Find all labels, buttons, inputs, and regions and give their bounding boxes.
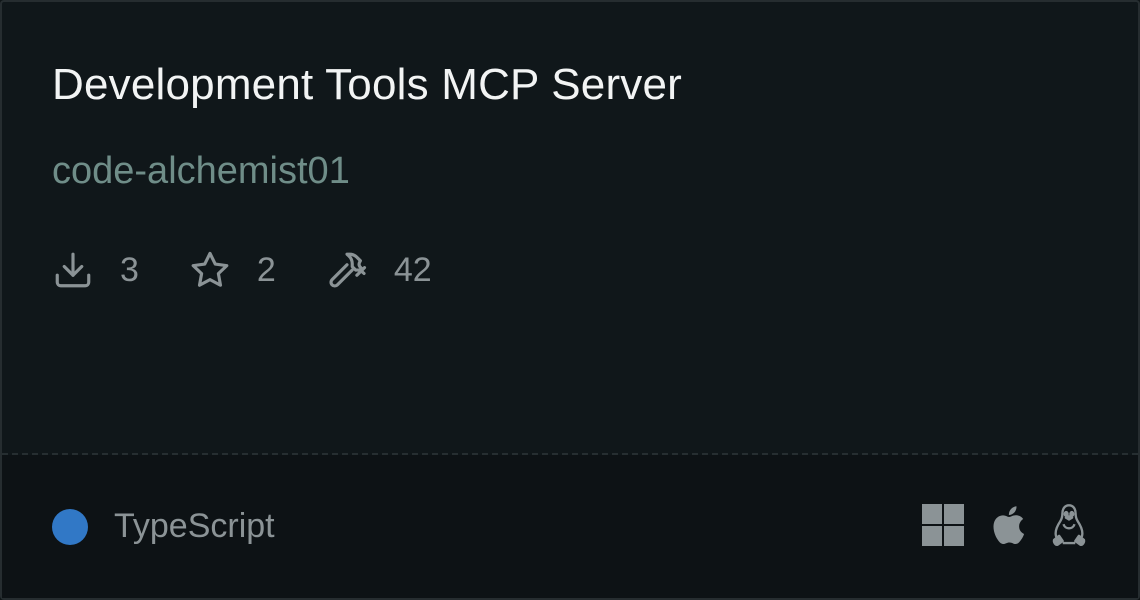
card-footer: TypeScript [2, 455, 1138, 598]
stats-row: 3 2 42 [52, 248, 482, 292]
stars-count: 2 [256, 251, 276, 289]
downloads-stat: 3 [52, 249, 139, 291]
tools-count: 42 [393, 251, 432, 289]
apple-icon [988, 503, 1026, 552]
hammer-icon [326, 249, 368, 291]
downloads-count: 3 [120, 251, 139, 289]
tools-stat: 42 [326, 249, 432, 291]
language-name: TypeScript [114, 507, 275, 545]
windows-icon [922, 504, 964, 551]
author-name[interactable]: code-alchemist01 [52, 150, 350, 193]
language-color-dot [52, 508, 88, 545]
download-icon [52, 249, 94, 291]
language-indicator: TypeScript [52, 507, 275, 546]
stars-stat: 2 [189, 249, 276, 291]
server-card[interactable]: Development Tools MCP Server code-alchem… [0, 0, 1140, 600]
server-title[interactable]: Development Tools MCP Server [52, 60, 682, 110]
linux-icon [1050, 503, 1088, 552]
star-icon [189, 249, 231, 291]
platform-icons [898, 503, 1088, 552]
